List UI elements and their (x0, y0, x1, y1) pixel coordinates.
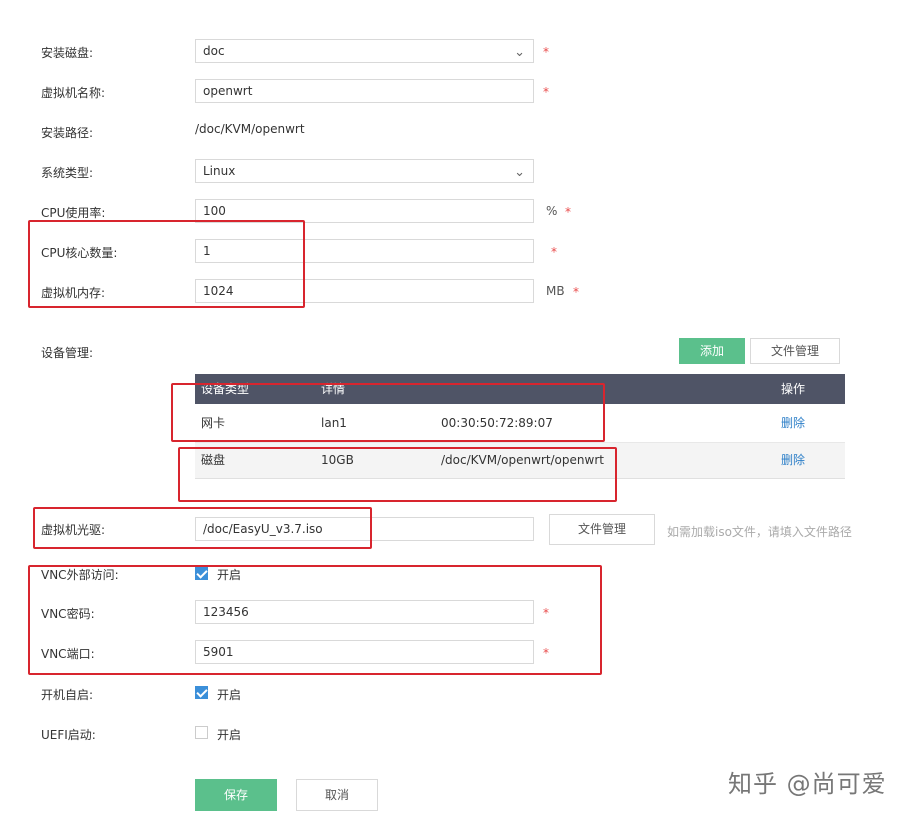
delete-link[interactable]: 删除 (781, 404, 805, 442)
uefi-checkbox[interactable] (195, 726, 208, 739)
add-device-button[interactable]: 添加 (679, 338, 745, 364)
cancel-button[interactable]: 取消 (296, 779, 378, 811)
device-management-label: 设备管理: (41, 346, 94, 360)
autostart-label: 开机自启: (41, 688, 94, 702)
os-type-value: Linux (203, 164, 236, 178)
install-disk-label: 安装磁盘: (41, 46, 94, 60)
install-path-value: /doc/KVM/openwrt (195, 122, 305, 136)
cpu-usage-unit: % (546, 204, 558, 218)
watermark: 知乎 @尚可爱 (728, 770, 887, 798)
vm-name-input[interactable] (195, 79, 534, 103)
chevron-down-icon: ⌄ (514, 165, 525, 180)
os-type-label: 系统类型: (41, 166, 94, 180)
annotation-box-cpu-memory (28, 220, 305, 308)
autostart-checkbox[interactable] (195, 686, 208, 699)
cdrom-hint: 如需加载iso文件，请填入文件路径 (667, 525, 852, 539)
required-mark: * (543, 85, 549, 99)
cdrom-file-manage-button[interactable]: 文件管理 (549, 514, 655, 545)
install-path-label: 安装路径: (41, 126, 94, 140)
install-disk-value: doc (203, 44, 225, 58)
required-mark: * (565, 205, 571, 219)
uefi-label: UEFI启动: (41, 728, 96, 742)
annotation-box-cdrom (33, 507, 372, 549)
memory-unit: MB (546, 284, 565, 298)
chevron-down-icon: ⌄ (514, 45, 525, 60)
install-disk-select[interactable]: doc ⌄ (195, 39, 534, 63)
uefi-option: 开启 (217, 728, 242, 742)
file-manage-button[interactable]: 文件管理 (750, 338, 840, 364)
annotation-box-nic (171, 383, 605, 442)
save-button[interactable]: 保存 (195, 779, 277, 811)
os-type-select[interactable]: Linux ⌄ (195, 159, 534, 183)
cpu-usage-label: CPU使用率: (41, 206, 106, 220)
autostart-option: 开启 (217, 688, 242, 702)
vm-name-label: 虚拟机名称: (41, 86, 106, 100)
annotation-box-vnc (28, 565, 602, 675)
column-action: 操作 (781, 382, 806, 396)
required-mark: * (551, 245, 557, 259)
required-mark: * (573, 285, 579, 299)
required-mark: * (543, 45, 549, 59)
delete-link[interactable]: 删除 (781, 443, 805, 478)
annotation-box-disk (178, 447, 617, 502)
